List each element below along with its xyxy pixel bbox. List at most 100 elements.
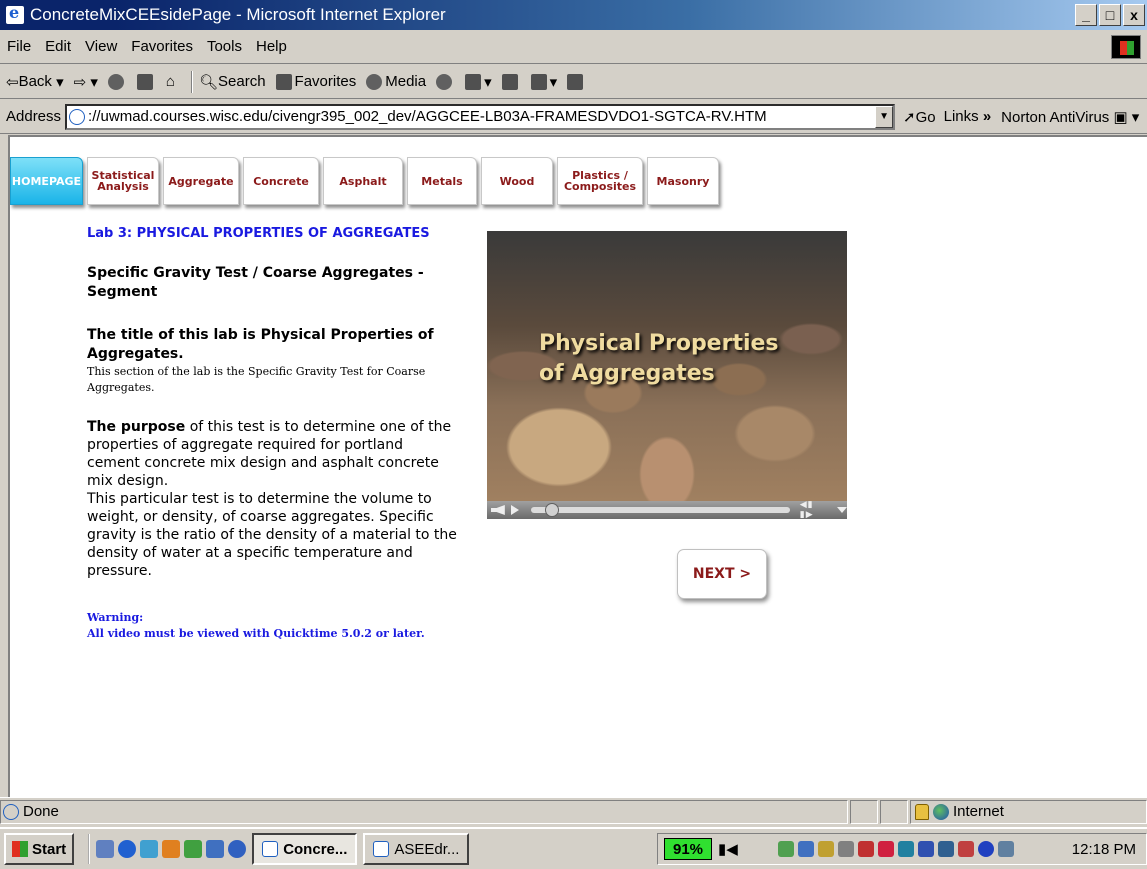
quicklaunch-app-icon[interactable] — [206, 840, 225, 858]
video-caption: Physical Properties of Aggregates — [539, 329, 779, 389]
address-url: ://uwmad.courses.wisc.edu/civengr395_002… — [88, 108, 767, 125]
volume-icon[interactable] — [491, 505, 505, 515]
stop-icon — [107, 73, 124, 90]
favorites-label: Favorites — [294, 73, 357, 90]
nav-homepage[interactable]: HOMEPAGE — [10, 157, 83, 205]
discuss-icon — [567, 73, 584, 90]
tray-app-icon[interactable] — [897, 841, 914, 857]
task-concre[interactable]: Concre... — [252, 833, 358, 865]
tray-app-icon[interactable] — [777, 841, 794, 857]
media-button[interactable]: Media — [366, 73, 426, 90]
start-button[interactable]: Start — [4, 833, 75, 865]
purpose-paragraph: The purpose of this test is to determine… — [87, 418, 457, 490]
menu-help[interactable]: Help — [249, 38, 294, 55]
status-cell — [880, 799, 908, 824]
system-tray: 91% ▮◀ 12:18 PM — [657, 833, 1147, 865]
windows-flag-icon — [12, 841, 28, 857]
forward-button[interactable]: ⇨ ▾ — [74, 73, 98, 91]
network-tray-icon[interactable] — [937, 841, 954, 857]
tray-app-icon[interactable] — [877, 841, 894, 857]
ie-task-icon — [262, 841, 279, 857]
security-zone: Internet — [910, 799, 1147, 824]
history-button[interactable] — [436, 73, 455, 90]
quicklaunch-media-icon[interactable] — [162, 840, 181, 858]
tray-app-icon[interactable] — [917, 841, 934, 857]
refresh-button[interactable] — [136, 73, 156, 90]
tray-icons — [777, 841, 1014, 857]
nav-wood[interactable]: Wood — [481, 157, 553, 205]
page-done-icon — [3, 803, 19, 820]
title-bar[interactable]: ConcreteMixCEEsidePage - Microsoft Inter… — [0, 0, 1147, 30]
quicklaunch-app-icon[interactable] — [140, 840, 159, 858]
tray-app-icon[interactable] — [857, 841, 874, 857]
video-caption-line1: Physical Properties — [539, 331, 779, 356]
search-icon: 🔍︎ — [198, 73, 219, 91]
video-menu-icon[interactable] — [836, 507, 847, 513]
quicklaunch-ie-icon[interactable] — [118, 840, 137, 858]
links-button[interactable]: Links » — [944, 108, 992, 125]
step-buttons-icon[interactable]: ◀▮ ▮▶ — [800, 500, 831, 519]
tray-app-icon[interactable] — [997, 841, 1014, 857]
toolbar: ⇦ Back ▾ ⇨ ▾ ⌂ 🔍︎ Search Favorites Media ▾… — [0, 65, 1147, 99]
menu-favorites[interactable]: Favorites — [124, 38, 200, 55]
home-icon: ⌂ — [165, 73, 175, 90]
scrubber-thumb[interactable] — [544, 503, 559, 517]
tray-app-icon[interactable] — [797, 841, 814, 857]
refresh-icon — [136, 73, 153, 90]
address-dropdown-icon[interactable]: ▼ — [875, 105, 894, 128]
course-nav: HOMEPAGE Statistical Analysis Aggregate … — [10, 157, 723, 207]
start-label: Start — [32, 840, 67, 858]
task-aseedr[interactable]: ASEEdr... — [363, 833, 470, 865]
nav-plastics-composites[interactable]: Plastics / Composites — [557, 157, 643, 205]
quicklaunch-app-icon[interactable] — [184, 840, 203, 858]
volume-tray-icon[interactable] — [837, 841, 854, 857]
system-clock[interactable]: 12:18 PM — [1072, 841, 1136, 858]
word-task-icon — [373, 841, 390, 857]
discuss-button[interactable] — [567, 73, 586, 90]
menu-edit[interactable]: Edit — [38, 38, 78, 55]
stop-button[interactable] — [107, 73, 127, 90]
nav-concrete[interactable]: Concrete — [243, 157, 319, 205]
lock-icon — [915, 803, 929, 820]
bluetooth-icon[interactable] — [977, 841, 994, 857]
mail-icon — [465, 73, 482, 90]
task-label: ASEEdr... — [394, 840, 460, 858]
play-icon[interactable] — [510, 505, 519, 515]
power-plug-icon[interactable]: ▮◀ — [718, 840, 738, 858]
back-button[interactable]: ⇦ Back ▾ — [6, 73, 64, 91]
menu-view[interactable]: View — [78, 38, 124, 55]
favorites-button[interactable]: Favorites — [275, 73, 357, 90]
minimize-button[interactable]: _ — [1075, 4, 1097, 26]
close-button[interactable]: x — [1123, 4, 1145, 26]
next-button[interactable]: NEXT > — [677, 549, 767, 599]
home-button[interactable]: ⌂ — [166, 73, 175, 90]
quicklaunch-app-icon[interactable] — [96, 840, 115, 858]
address-input[interactable]: ://uwmad.courses.wisc.edu/civengr395_002… — [65, 103, 896, 130]
nav-statistical-analysis[interactable]: Statistical Analysis — [87, 157, 159, 205]
nav-asphalt[interactable]: Asphalt — [323, 157, 403, 205]
nav-masonry[interactable]: Masonry — [647, 157, 719, 205]
edit-button[interactable]: ▾ — [530, 73, 557, 91]
video-caption-line2: of Aggregates — [539, 361, 715, 386]
warning-text: All video must be viewed with Quicktime … — [87, 627, 425, 640]
print-button[interactable] — [501, 73, 521, 90]
quicklaunch-app-icon[interactable] — [228, 840, 247, 858]
nav-aggregate[interactable]: Aggregate — [163, 157, 239, 205]
video-scrubber[interactable] — [530, 503, 790, 517]
norton-antivirus-button[interactable]: Norton AntiVirus ▣ ▾ — [1001, 108, 1139, 126]
maximize-button[interactable]: □ — [1099, 4, 1121, 26]
battery-meter[interactable]: 91% — [664, 838, 713, 860]
search-button[interactable]: 🔍︎ Search — [199, 73, 266, 91]
tray-app-icon[interactable] — [957, 841, 974, 857]
norton-label: Norton AntiVirus — [1001, 108, 1110, 126]
tray-app-icon[interactable] — [817, 841, 834, 857]
nav-metals[interactable]: Metals — [407, 157, 477, 205]
address-label: Address — [6, 108, 62, 125]
menu-tools[interactable]: Tools — [200, 38, 249, 55]
video-player[interactable]: Physical Properties of Aggregates ◀▮ ▮▶ — [487, 231, 847, 519]
menu-file[interactable]: File — [0, 38, 38, 55]
go-button[interactable]: ➚Go — [903, 108, 936, 126]
purpose-lead: The purpose — [87, 419, 186, 435]
mail-button[interactable]: ▾ — [465, 73, 492, 91]
status-text: Done — [23, 803, 59, 820]
